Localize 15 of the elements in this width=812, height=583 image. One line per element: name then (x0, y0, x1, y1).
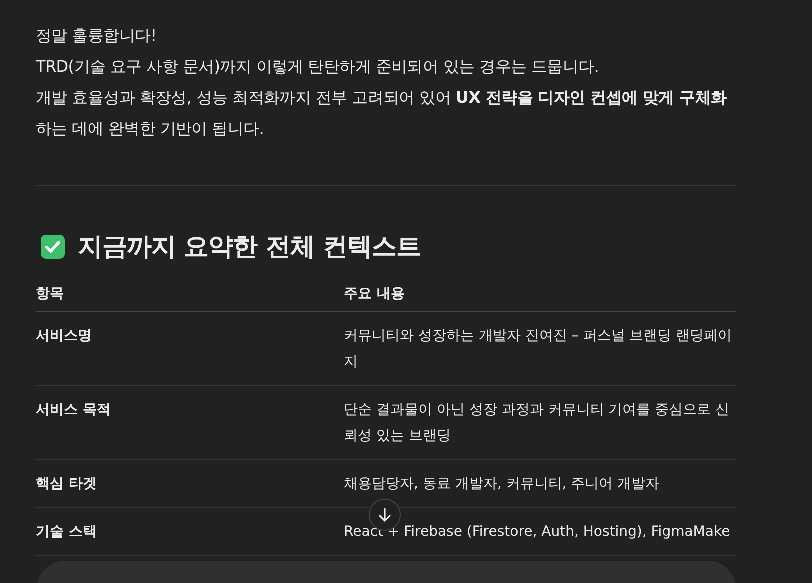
table-cell: 서비스 목적 (36, 402, 111, 418)
table-cell: 기술 스택 (36, 524, 97, 540)
table-cell: 커뮤니티와 성장하는 개발자 진여진 – 퍼스널 브랜딩 랜딩페이지 (344, 328, 732, 370)
table-cell: 단순 결과물이 아닌 성장 과정과 커뮤니티 기여를 중심으로 신뢰성 있는 브랜딩 (344, 402, 730, 444)
table-cell: 채용담당자, 동료 개발자, 커뮤니티, 주니어 개발자 (344, 476, 660, 492)
section-heading: 지금까지 요약한 전체 컨텍스트 (78, 231, 422, 263)
column-header: 주요 내용 (344, 286, 405, 302)
table-cell: 서비스명 (36, 328, 92, 344)
paragraph-line: 개발 효율성과 확장성, 성능 최적화까지 전부 고려되어 있어 UX 전략을 디자인 컨셉에 맞게 구체화하는 데에 완벽한 기반이 됩니다. (36, 87, 728, 140)
paragraph-line: 정말 훌륭합니다! (36, 25, 158, 47)
checkmark-icon (40, 234, 66, 260)
paragraph-line: TRD(기술 요구 사항 문서)까지 이렇게 탄탄하게 준비되어 있는 경우는 드뭅니다. (36, 56, 600, 78)
arrow-down-icon (377, 507, 393, 523)
column-header: 항목 (36, 286, 64, 302)
table-cell: 핵심 타겟 (36, 476, 97, 492)
